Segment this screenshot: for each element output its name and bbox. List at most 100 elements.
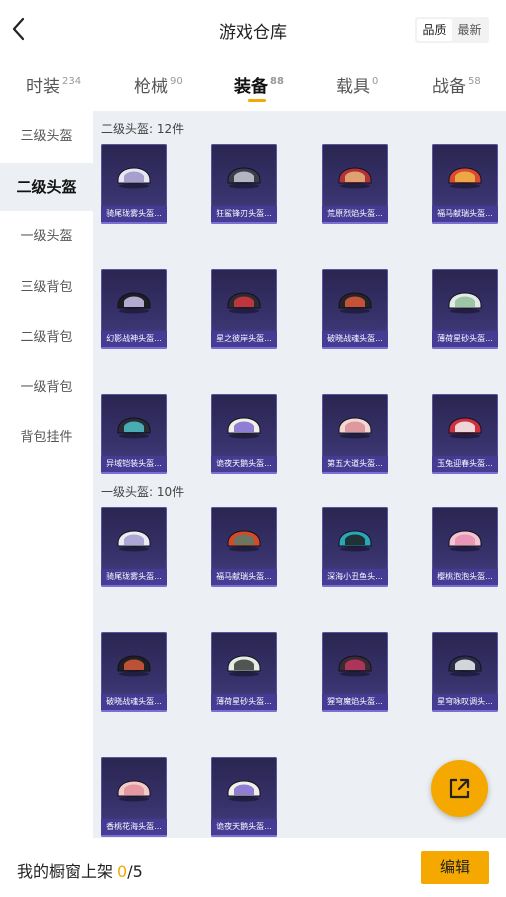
quality-bar — [211, 347, 277, 349]
item-card[interactable]: 薄荷星砂头盔... — [211, 632, 277, 712]
showcase-bar: 我的橱窗上架 0/5 编辑 — [0, 838, 506, 897]
item-name: 深海小丑鱼头... — [322, 569, 388, 585]
helmet-icon — [448, 292, 482, 314]
quality-bar — [432, 222, 498, 224]
tab-count: 58 — [468, 76, 481, 87]
helmet-icon — [338, 655, 372, 677]
item-card[interactable]: 荒原烈焰头盔... — [322, 144, 388, 224]
helmet-icon — [117, 167, 151, 189]
helmet-icon — [117, 780, 151, 802]
item-card[interactable]: 薄荷星砂头盔... — [432, 269, 498, 349]
helmet-icon — [117, 655, 151, 677]
helmet-icon — [227, 655, 261, 677]
category-tabs: 时装 234 枪械 90 装备 88 载具 0 战备 58 — [0, 60, 506, 110]
sidebar-item-level3-backpack[interactable]: 三级背包 — [0, 264, 93, 312]
item-card[interactable]: 星之彼岸头盔... — [211, 269, 277, 349]
item-card[interactable]: 福马献瑞头盔... — [211, 507, 277, 587]
quality-bar — [101, 347, 167, 349]
item-card[interactable]: 诡夜天鹅头盔... — [211, 757, 277, 837]
section-title-level1-helmet: 一级头盔: 10件 — [101, 485, 185, 499]
item-card[interactable]: 香桃花海头盔... — [101, 757, 167, 837]
sort-option-quality[interactable]: 品质 — [417, 19, 452, 41]
item-card[interactable]: 第五大道头盔... — [322, 394, 388, 474]
item-card[interactable]: 猩穹魔焰头盔... — [322, 632, 388, 712]
tab-vehicles[interactable]: 载具 0 — [336, 72, 378, 97]
tab-count: 88 — [270, 76, 284, 87]
item-name: 骑尾珑雾头盔... — [101, 569, 167, 585]
tab-equipment[interactable]: 装备 88 — [234, 72, 284, 102]
helmet-icon — [338, 530, 372, 552]
tab-fashion[interactable]: 时装 234 — [26, 72, 81, 97]
sidebar-item-backpack-charm[interactable]: 背包挂件 — [0, 414, 93, 462]
item-name: 福马献瑞头盔... — [211, 569, 277, 585]
quality-bar — [211, 222, 277, 224]
helmet-icon — [227, 780, 261, 802]
showcase-status: 我的橱窗上架 0/5 — [17, 858, 143, 882]
item-name: 破晓战魂头盔... — [101, 694, 167, 710]
quality-bar — [432, 347, 498, 349]
item-name: 福马献瑞头盔... — [432, 206, 498, 222]
helmet-icon — [338, 417, 372, 439]
tab-count: 234 — [62, 76, 82, 87]
item-name: 香桃花海头盔... — [101, 819, 167, 835]
quality-bar — [211, 710, 277, 712]
tab-label: 战备 — [432, 77, 466, 97]
item-card[interactable]: 破晓战魂头盔... — [322, 269, 388, 349]
helmet-icon — [227, 292, 261, 314]
tab-firearms[interactable]: 枪械 90 — [134, 72, 183, 97]
item-name: 幻影战神头盔... — [101, 331, 167, 347]
item-card[interactable]: 诡夜天鹅头盔... — [211, 394, 277, 474]
tab-label: 时装 — [26, 77, 60, 97]
helmet-icon — [227, 417, 261, 439]
quality-bar — [211, 472, 277, 474]
item-card[interactable]: 玉兔迎春头盔... — [432, 394, 498, 474]
item-card[interactable]: 樱桃泡泡头盔... — [432, 507, 498, 587]
item-card[interactable]: 骑尾珑雾头盔... — [101, 507, 167, 587]
item-name: 星穹咏叹调头... — [432, 694, 498, 710]
item-card[interactable]: 骑尾珑雾头盔... — [101, 144, 167, 224]
item-name: 破晓战魂头盔... — [322, 331, 388, 347]
sidebar-item-level2-backpack[interactable]: 二级背包 — [0, 314, 93, 362]
subcategory-sidebar: 三级头盔 二级头盔 一级头盔 三级背包 二级背包 一级背包 背包挂件 — [0, 111, 93, 838]
sort-option-newest[interactable]: 最新 — [452, 19, 487, 41]
item-card[interactable]: 深海小丑鱼头... — [322, 507, 388, 587]
quality-bar — [101, 472, 167, 474]
tab-battle-supplies[interactable]: 战备 58 — [432, 72, 481, 97]
item-name: 骑尾珑雾头盔... — [101, 206, 167, 222]
sidebar-item-level1-helmet[interactable]: 一级头盔 — [0, 213, 93, 261]
quality-bar — [322, 222, 388, 224]
item-name: 第五大道头盔... — [322, 456, 388, 472]
item-card[interactable]: 狂鲨锋刃头盔... — [211, 144, 277, 224]
helmet-icon — [338, 292, 372, 314]
tab-count: 90 — [170, 76, 183, 87]
item-card[interactable]: 星穹咏叹调头... — [432, 632, 498, 712]
helmet-icon — [338, 167, 372, 189]
item-name: 薄荷星砂头盔... — [432, 331, 498, 347]
item-grid: 二级头盔: 12件 一级头盔: 10件 骑尾珑雾头盔... 狂鲨锋刃头盔... 荒原… — [93, 111, 506, 838]
item-card[interactable]: 异域铠装头盔... — [101, 394, 167, 474]
share-fab-button[interactable] — [431, 760, 488, 817]
quality-bar — [211, 835, 277, 837]
quality-bar — [432, 472, 498, 474]
sort-toggle: 品质 最新 — [415, 17, 489, 43]
item-card[interactable]: 破晓战魂头盔... — [101, 632, 167, 712]
quality-bar — [101, 835, 167, 837]
item-name: 玉兔迎春头盔... — [432, 456, 498, 472]
sidebar-item-level1-backpack[interactable]: 一级背包 — [0, 364, 93, 412]
helmet-icon — [448, 417, 482, 439]
quality-bar — [101, 222, 167, 224]
quality-bar — [101, 710, 167, 712]
sidebar-item-level2-helmet[interactable]: 二级头盔 — [0, 163, 93, 211]
item-card[interactable]: 福马献瑞头盔... — [432, 144, 498, 224]
sidebar-item-level3-helmet[interactable]: 三级头盔 — [0, 113, 93, 161]
tab-label: 枪械 — [134, 77, 168, 97]
item-card[interactable]: 幻影战神头盔... — [101, 269, 167, 349]
item-name: 诡夜天鹅头盔... — [211, 819, 277, 835]
edit-button[interactable]: 编辑 — [421, 851, 489, 884]
helmet-icon — [117, 417, 151, 439]
helmet-icon — [227, 167, 261, 189]
item-name: 薄荷星砂头盔... — [211, 694, 277, 710]
tab-label: 载具 — [336, 77, 370, 97]
quality-bar — [101, 585, 167, 587]
item-name: 猩穹魔焰头盔... — [322, 694, 388, 710]
